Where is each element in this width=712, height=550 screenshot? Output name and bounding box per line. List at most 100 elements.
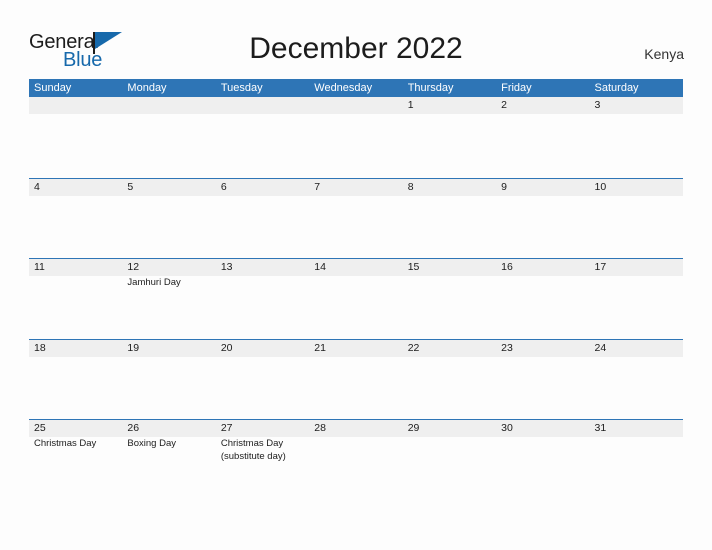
- day-number: 28: [314, 422, 326, 434]
- calendar-weeks: 1 2 3 4 5 6 7 8 9 10 11 12 Jamhuri Day 13 14 15 16 17 18 19…: [29, 97, 683, 500]
- calendar-week-row: 18 19 20 21 22 23 24: [29, 338, 683, 420]
- day-number: 14: [314, 261, 326, 273]
- day-cell[interactable]: 18: [29, 340, 122, 420]
- day-number: 26: [127, 422, 140, 434]
- day-cell[interactable]: 19: [122, 340, 215, 420]
- day-cell[interactable]: 9: [496, 179, 589, 259]
- day-number: 11: [34, 261, 45, 273]
- day-cell[interactable]: 5: [122, 179, 215, 259]
- weekday-header-saturday: Saturday: [594, 82, 639, 94]
- day-number: 19: [127, 341, 140, 354]
- week-cells: 11 12 Jamhuri Day 13 14 15 16 17: [29, 259, 683, 339]
- day-number: 24: [594, 341, 607, 354]
- day-cell[interactable]: 3: [590, 97, 683, 178]
- calendar-week-row: 4 5 6 7 8 9 10: [29, 177, 683, 259]
- day-cell-empty: [122, 97, 215, 178]
- day-cell[interactable]: 1: [403, 97, 496, 178]
- day-cell[interactable]: 13: [216, 259, 309, 339]
- day-number: 3: [594, 99, 601, 111]
- day-number: 21: [314, 341, 326, 354]
- day-number: 13: [220, 261, 233, 273]
- day-number: 17: [594, 261, 607, 273]
- page-header: General Blue December 2022 Kenya: [0, 0, 712, 79]
- day-cell-empty: [216, 97, 309, 178]
- day-cell[interactable]: 31: [590, 420, 683, 500]
- day-number: 5: [127, 180, 134, 193]
- calendar-grid: Sunday Monday Tuesday Wednesday Thursday…: [29, 79, 683, 500]
- day-number: 16: [501, 261, 513, 273]
- day-cell-empty: [29, 97, 122, 178]
- day-number: [221, 97, 309, 114]
- day-number: 10: [594, 180, 607, 193]
- weekday-header-tuesday: Tuesday: [220, 82, 263, 94]
- day-number: 4: [34, 180, 40, 193]
- weekday-header-sunday: Sunday: [34, 82, 72, 94]
- day-cell[interactable]: 27 Christmas Day (substitute day): [216, 420, 309, 500]
- weekday-header-friday: Friday: [501, 82, 532, 94]
- day-events: Jamhuri Day: [127, 277, 215, 290]
- calendar-week-row: 11 12 Jamhuri Day 13 14 15 16 17: [29, 258, 683, 339]
- day-number: 20: [220, 341, 233, 354]
- day-number: 2: [501, 99, 507, 111]
- week-cells: 18 19 20 21 22 23 24: [29, 340, 683, 420]
- week-cells: 25 Christmas Day 26 Boxing Day 27 Christmas D…: [29, 420, 683, 500]
- day-cell[interactable]: 7: [309, 179, 402, 259]
- day-events: Christmas Day (substitute day): [221, 438, 309, 463]
- weekday-header-monday: Monday: [127, 82, 167, 94]
- weekday-header-thursday: Thursday: [407, 82, 454, 94]
- day-number: 12: [127, 261, 140, 273]
- weekday-header-wednesday: Wednesday: [314, 82, 373, 94]
- day-number: 30: [501, 422, 513, 434]
- day-cell[interactable]: 23: [496, 340, 589, 420]
- day-number: 15: [407, 261, 420, 273]
- day-cell[interactable]: 8: [403, 179, 496, 259]
- day-cell[interactable]: 24: [590, 340, 683, 420]
- day-cell[interactable]: 30: [496, 420, 589, 500]
- day-cell[interactable]: 15: [403, 259, 496, 339]
- week-cells: 1 2 3: [29, 97, 683, 178]
- day-number: 9: [501, 180, 507, 193]
- day-cell[interactable]: 4: [29, 179, 122, 259]
- day-number: [127, 97, 215, 114]
- day-cell[interactable]: 22: [403, 340, 496, 420]
- day-number: 6: [220, 180, 227, 193]
- day-cell[interactable]: 17: [590, 259, 683, 339]
- day-cell[interactable]: 29: [403, 420, 496, 500]
- week-cells: 4 5 6 7 8 9 10: [29, 179, 683, 259]
- day-number: [314, 97, 402, 114]
- holiday-label: Christmas Day: [34, 438, 97, 449]
- calendar-week-row: 1 2 3: [29, 97, 683, 178]
- page-title: December 2022: [249, 32, 463, 65]
- day-cell[interactable]: 11: [29, 259, 122, 339]
- day-cell[interactable]: 25 Christmas Day: [29, 420, 122, 500]
- day-cell[interactable]: 16: [496, 259, 589, 339]
- weekday-header-row: Sunday Monday Tuesday Wednesday Thursday…: [29, 79, 683, 97]
- day-number: 22: [407, 341, 420, 354]
- day-cell[interactable]: 6: [216, 179, 309, 259]
- calendar-week-row: 25 Christmas Day 26 Boxing Day 27 Christmas D…: [29, 419, 683, 500]
- day-cell[interactable]: 20: [216, 340, 309, 420]
- day-number: 23: [501, 341, 513, 354]
- day-cell[interactable]: 2: [496, 97, 589, 178]
- day-events: Boxing Day: [127, 438, 215, 451]
- day-number: 29: [407, 422, 420, 434]
- day-number: 1: [407, 99, 414, 111]
- day-cell[interactable]: 12 Jamhuri Day: [122, 259, 215, 339]
- country-label: Kenya: [644, 46, 684, 62]
- holiday-label: Christmas Day (substitute day): [220, 438, 286, 462]
- day-cell-empty: [309, 97, 402, 178]
- day-cell[interactable]: 10: [590, 179, 683, 259]
- day-number: 8: [407, 180, 414, 193]
- day-number: 27: [220, 422, 233, 434]
- day-number: 25: [34, 422, 46, 434]
- day-events: Christmas Day: [34, 438, 122, 451]
- day-cell[interactable]: 21: [309, 340, 402, 420]
- holiday-label: Boxing Day: [127, 438, 177, 449]
- day-cell[interactable]: 28: [309, 420, 402, 500]
- day-number: 18: [34, 341, 46, 354]
- day-cell[interactable]: 14: [309, 259, 402, 339]
- day-cell[interactable]: 26 Boxing Day: [122, 420, 215, 500]
- day-number: 7: [314, 180, 321, 193]
- day-number: [34, 97, 122, 114]
- calendar-page: General Blue December 2022 Kenya Sunday …: [0, 0, 712, 550]
